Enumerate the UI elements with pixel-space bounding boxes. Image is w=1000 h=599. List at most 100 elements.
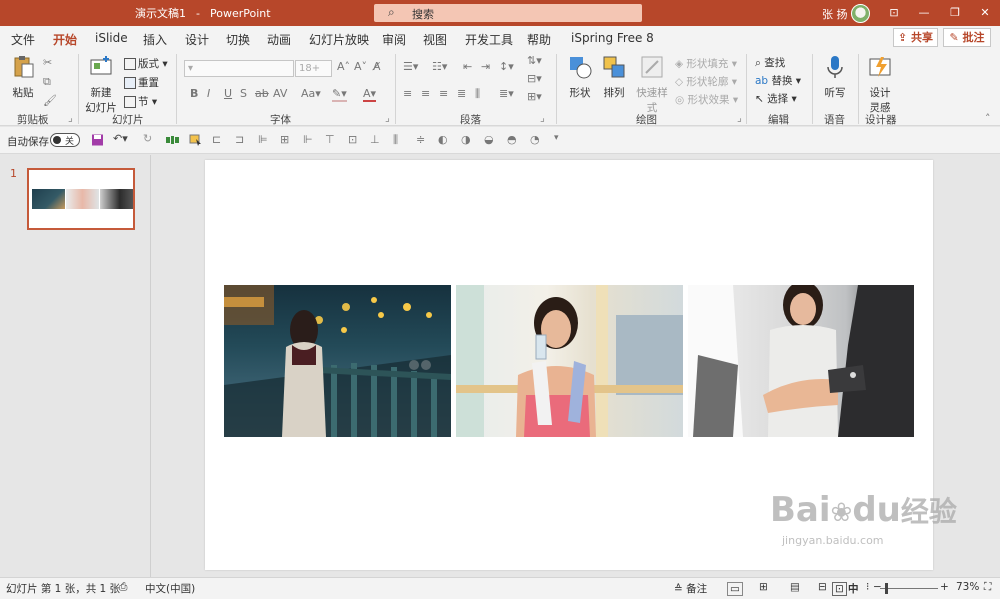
shrink-font-icon[interactable]: A˅ <box>354 60 367 73</box>
zoom-in-icon[interactable]: + <box>940 581 949 593</box>
find-button[interactable]: ⌕ 查找 <box>755 55 785 70</box>
search-box[interactable]: ⌕ 搜索 <box>374 4 642 22</box>
quick-styles-button[interactable]: 快速样式 <box>632 54 672 115</box>
zoom-out-icon[interactable]: − <box>873 581 882 593</box>
autosave-toggle[interactable]: 关 <box>50 133 80 147</box>
align-distribute-icon[interactable] <box>166 134 179 146</box>
tab-help[interactable]: 帮助 <box>527 31 551 48</box>
format-painter-icon[interactable]: 🖌 <box>43 94 57 107</box>
ribbon-display-icon[interactable]: ⊡ <box>884 3 904 23</box>
italic-icon[interactable]: I <box>207 87 210 100</box>
font-color-icon[interactable]: A▾ <box>363 87 377 102</box>
notes-button[interactable]: ≙ 备注 <box>674 581 707 596</box>
shape-combine-icon[interactable]: ◑ <box>461 133 471 146</box>
smartart-icon[interactable]: ⊞▾ <box>527 90 542 103</box>
present-icon[interactable]: ⊡ <box>832 582 847 596</box>
collapse-ribbon-icon[interactable]: ˄ <box>985 112 991 125</box>
increase-indent-icon[interactable]: ⇥ <box>481 60 490 73</box>
zoom-slider-thumb[interactable] <box>885 583 888 594</box>
distribute-h-tool-icon[interactable]: ⫼ <box>393 133 398 147</box>
align-middle-tool-icon[interactable]: ⊡ <box>348 133 357 146</box>
replace-button[interactable]: ab 替换 ▾ <box>755 73 801 88</box>
text-direction-icon[interactable]: ⇅▾ <box>527 54 542 67</box>
fit-slide-icon[interactable]: ⛶ <box>984 581 991 594</box>
align-right-tool-icon[interactable]: ⊩ <box>303 133 313 146</box>
paste-button[interactable]: 粘贴 <box>8 54 38 100</box>
decrease-indent-icon[interactable]: ⇤ <box>463 60 472 73</box>
align-tool-1-icon[interactable]: ⊏ <box>212 133 221 146</box>
spelling-icon[interactable]: ⎙ <box>119 581 127 594</box>
photo-woman-drinking-water[interactable] <box>456 285 683 437</box>
photo-woman-at-railing[interactable] <box>224 285 451 437</box>
tab-islide[interactable]: iSlide <box>95 31 128 45</box>
copy-icon[interactable]: ⧉ <box>43 75 51 89</box>
shape-union-icon[interactable]: ◐ <box>438 133 448 146</box>
distribute-v-tool-icon[interactable]: ≑ <box>416 133 425 146</box>
tab-transitions[interactable]: 切换 <box>226 31 250 48</box>
align-center-icon[interactable]: ≡ <box>421 87 430 100</box>
tab-slideshow[interactable]: 幻灯片放映 <box>309 31 369 48</box>
customize-qat-icon[interactable]: ▾ <box>554 133 559 143</box>
font-name-combo[interactable]: ▾ <box>184 60 294 77</box>
tab-ispring[interactable]: iSpring Free 8 <box>571 31 654 45</box>
tab-view[interactable]: 视图 <box>423 31 447 48</box>
font-launcher-icon[interactable]: ⌟ <box>385 112 390 124</box>
align-left-icon[interactable]: ≡ <box>403 87 412 100</box>
undo-icon[interactable]: ↶▾ <box>113 132 128 145</box>
select-button[interactable]: ↖ 选择 ▾ <box>755 91 797 106</box>
bold-icon[interactable]: B <box>190 87 198 100</box>
align-center-tool-icon[interactable]: ⊞ <box>280 133 289 146</box>
shapes-button[interactable]: 形状 <box>566 54 594 100</box>
reading-view-icon[interactable]: ▤ <box>790 581 800 593</box>
avatar[interactable] <box>851 4 870 23</box>
shape-fill-button[interactable]: ◈ 形状填充 ▾ <box>675 56 737 71</box>
font-size-combo[interactable]: 18+ <box>295 60 332 77</box>
save-icon[interactable] <box>91 134 104 146</box>
align-left-tool-icon[interactable]: ⊫ <box>258 133 268 146</box>
slide-thumbnail[interactable] <box>27 168 135 230</box>
shape-outline-button[interactable]: ◇ 形状轮廓 ▾ <box>675 74 737 89</box>
design-ideas-button[interactable]: 设计 灵感 <box>866 54 894 115</box>
align-text-icon[interactable]: ⊟▾ <box>527 72 542 85</box>
tab-developer[interactable]: 开发工具 <box>465 31 513 48</box>
align-top-tool-icon[interactable]: ⊤ <box>325 133 335 146</box>
close-icon[interactable]: ✕ <box>975 3 995 23</box>
restore-icon[interactable]: ❐ <box>945 3 965 23</box>
arrange-button[interactable]: 排列 <box>600 54 628 100</box>
drawing-launcher-icon[interactable]: ⌟ <box>737 112 742 124</box>
tab-file[interactable]: 文件 <box>11 31 35 48</box>
tab-design[interactable]: 设计 <box>185 31 209 48</box>
numbering-icon[interactable]: ☷▾ <box>432 60 447 73</box>
zoom-slider[interactable] <box>880 588 938 589</box>
distribute-icon[interactable]: ≣▾ <box>499 87 514 100</box>
language-status[interactable]: 中文(中国) <box>145 581 195 596</box>
tab-home[interactable]: 开始 <box>53 31 78 53</box>
comments-button[interactable]: ✎ 批注 <box>943 28 991 47</box>
zoom-level[interactable]: 73% <box>956 581 979 593</box>
align-bottom-tool-icon[interactable]: ⊥ <box>370 133 380 146</box>
justify-icon[interactable]: ≣ <box>457 87 466 100</box>
slide-sorter-icon[interactable]: ⊞ <box>759 581 768 593</box>
shape-intersect-icon[interactable]: ◓ <box>507 133 517 146</box>
ime-indicator[interactable]: 中 <box>848 581 859 596</box>
ime-toggle-icon[interactable]: ⁝ <box>866 581 869 593</box>
redo-icon[interactable]: ↻ <box>143 132 152 145</box>
grow-font-icon[interactable]: A˄ <box>337 60 350 73</box>
shape-subtract-icon[interactable]: ◔ <box>530 133 540 146</box>
clipboard-launcher-icon[interactable]: ⌟ <box>68 112 73 124</box>
align-right-icon[interactable]: ≡ <box>439 87 448 100</box>
line-spacing-icon[interactable]: ↕▾ <box>499 60 514 73</box>
paragraph-launcher-icon[interactable]: ⌟ <box>540 112 545 124</box>
slideshow-icon[interactable]: ⊟ <box>818 581 827 593</box>
strikethrough-icon[interactable]: ab <box>255 87 269 100</box>
shape-effects-button[interactable]: ◎ 形状效果 ▾ <box>675 92 738 107</box>
share-button[interactable]: ⇪ 共享 <box>893 28 938 47</box>
section-button[interactable]: 节 ▾ <box>124 94 157 109</box>
highlight-icon[interactable]: ✎▾ <box>332 87 347 102</box>
underline-icon[interactable]: U <box>224 87 232 100</box>
dictate-button[interactable]: 听写 <box>821 54 849 100</box>
tab-insert[interactable]: 插入 <box>143 31 167 48</box>
new-slide-button[interactable]: 新建 幻灯片 <box>83 54 119 115</box>
columns-icon[interactable]: ⫼ <box>475 87 480 101</box>
char-spacing-icon[interactable]: AV <box>273 87 287 100</box>
